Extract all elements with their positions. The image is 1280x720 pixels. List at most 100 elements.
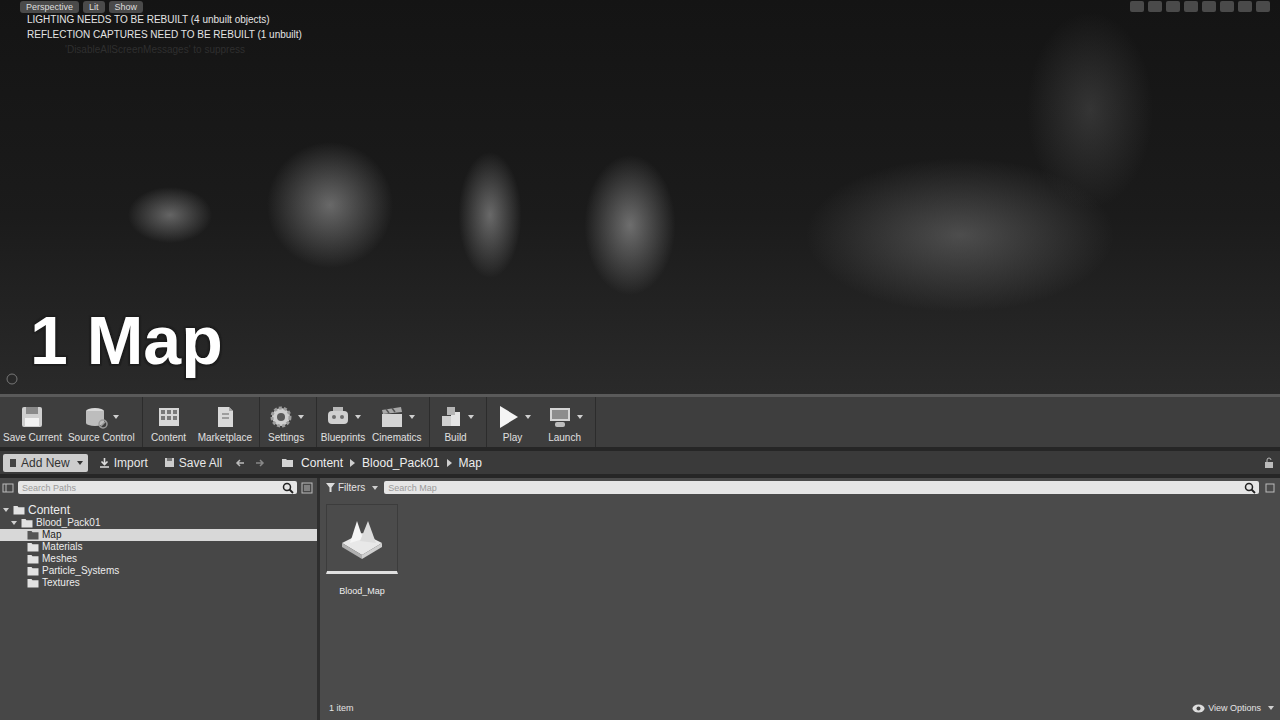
toolbar-button[interactable]: Launch xyxy=(539,402,591,444)
expand-arrow-icon[interactable] xyxy=(19,556,23,562)
toolbar-group: Play Launch xyxy=(487,397,596,447)
folder-tree-item[interactable]: Blood_Pack01 xyxy=(0,517,317,529)
viewport-warning: REFLECTION CAPTURES NEED TO BE REBUILT (… xyxy=(27,27,302,42)
toolbar-button[interactable]: Build xyxy=(430,402,482,444)
launch-icon xyxy=(547,404,573,430)
search-paths-field[interactable]: Search Paths xyxy=(18,481,297,494)
save-search-icon[interactable] xyxy=(1265,483,1275,493)
folder-tree-item[interactable]: Content xyxy=(0,503,317,517)
expand-arrow-icon[interactable] xyxy=(19,580,23,586)
dropdown-arrow-icon[interactable] xyxy=(525,415,531,419)
viewport-tools xyxy=(1130,1,1270,12)
toolbar-group: Build xyxy=(430,397,487,447)
viewport-view-button[interactable]: Show xyxy=(109,1,144,13)
toolbar-button-label: Content xyxy=(151,432,186,444)
viewport-tool-icon[interactable] xyxy=(1184,1,1198,12)
dropdown-arrow-icon[interactable] xyxy=(409,415,415,419)
folder-icon xyxy=(27,554,39,564)
dropdown-arrow-icon[interactable] xyxy=(298,415,304,419)
dropdown-arrow-icon[interactable] xyxy=(113,415,119,419)
save-all-button[interactable]: Save All xyxy=(159,454,227,472)
toolbar-button[interactable]: Cinematics xyxy=(369,402,424,444)
marketplace-icon xyxy=(212,404,238,430)
breadcrumb-item[interactable]: Map xyxy=(459,456,482,470)
expand-arrow-icon[interactable] xyxy=(19,532,23,538)
breadcrumb: Content Blood_Pack01 Map xyxy=(281,456,482,470)
filters-button[interactable]: Filters xyxy=(326,482,378,493)
toolbar-button[interactable]: Source Control xyxy=(65,402,138,444)
breadcrumb-separator-icon xyxy=(350,459,355,467)
asset-tile[interactable]: Blood_Map xyxy=(326,504,398,596)
help-circle-icon[interactable] xyxy=(6,373,18,385)
view-options-button[interactable]: View Options xyxy=(1192,703,1274,713)
search-assets-field[interactable]: Search Map xyxy=(384,481,1259,494)
breadcrumb-item[interactable]: Blood_Pack01 xyxy=(362,456,439,470)
toolbar-button-label: Launch xyxy=(548,432,581,444)
floppy-icon xyxy=(19,404,45,430)
folder-tree: ContentBlood_Pack01MapMaterialsMeshesPar… xyxy=(0,497,317,589)
video-caption: 1 Map xyxy=(30,300,223,380)
clapperboard-icon xyxy=(379,404,405,430)
source-control-icon xyxy=(83,404,109,430)
dropdown-arrow-icon[interactable] xyxy=(577,415,583,419)
viewport-tool-icon[interactable] xyxy=(1220,1,1234,12)
item-count: 1 item xyxy=(329,703,354,713)
viewport-view-button[interactable]: Lit xyxy=(83,1,105,13)
back-arrow-icon[interactable] xyxy=(234,457,246,469)
folder-icon xyxy=(27,530,39,540)
folder-icon xyxy=(27,542,39,552)
viewport-tool-icon[interactable] xyxy=(1256,1,1270,12)
folder-tree-item[interactable]: Particle_Systems xyxy=(0,565,317,577)
toolbar-button-label: Settings xyxy=(268,432,304,444)
toolbar-button[interactable]: Content xyxy=(143,402,195,444)
import-button[interactable]: Import xyxy=(94,454,153,472)
viewport-tool-icon[interactable] xyxy=(1130,1,1144,12)
folder-tree-panel: Search Paths ContentBlood_Pack01MapMateri… xyxy=(0,478,317,720)
content-grid-icon xyxy=(156,404,182,430)
magnifier-icon xyxy=(1244,482,1256,494)
blueprint-icon xyxy=(325,404,351,430)
collapse-panel-icon[interactable] xyxy=(2,482,14,494)
viewport-tool-icon[interactable] xyxy=(1148,1,1162,12)
filter-row: Filters Search Map xyxy=(320,478,1280,497)
folder-tree-item[interactable]: Materials xyxy=(0,541,317,553)
search-paths-row: Search Paths xyxy=(0,478,317,497)
expand-arrow-icon[interactable] xyxy=(11,521,17,525)
toolbar-button[interactable]: Marketplace xyxy=(195,402,255,444)
dropdown-arrow-icon xyxy=(1268,706,1274,710)
folder-icon xyxy=(21,518,33,528)
dropdown-arrow-icon[interactable] xyxy=(355,415,361,419)
expand-arrow-icon[interactable] xyxy=(3,508,9,512)
toolbar-group: Save CurrentSource Control xyxy=(0,397,143,447)
folder-tree-item[interactable]: Map xyxy=(0,529,317,541)
toolbar-button[interactable]: Blueprints xyxy=(317,402,369,444)
eye-icon xyxy=(1192,704,1205,713)
toolbar-button[interactable]: Play xyxy=(487,402,539,444)
forward-arrow-icon[interactable] xyxy=(254,457,266,469)
dropdown-arrow-icon xyxy=(77,461,83,465)
viewport-warning: 'DisableAllScreenMessages' to suppress xyxy=(27,42,302,57)
asset-grid: Blood_Map xyxy=(320,497,1280,700)
import-arrow-icon xyxy=(99,457,110,468)
editor-window: PerspectiveLitShowLIGHTING NEEDS TO BE R… xyxy=(0,0,1280,720)
viewport[interactable]: PerspectiveLitShowLIGHTING NEEDS TO BE R… xyxy=(0,0,1280,397)
folder-tree-item[interactable]: Meshes xyxy=(0,553,317,565)
folder-icon xyxy=(13,505,25,515)
lock-icon[interactable] xyxy=(1264,457,1274,468)
toolbar-button[interactable]: Save Current xyxy=(0,402,65,444)
add-new-button[interactable]: Add New xyxy=(3,454,88,472)
folder-tree-item[interactable]: Textures xyxy=(0,577,317,589)
expand-arrow-icon[interactable] xyxy=(19,544,23,550)
toolbar-button-label: Blueprints xyxy=(321,432,365,444)
viewport-view-button[interactable]: Perspective xyxy=(20,1,79,13)
list-view-icon[interactable] xyxy=(301,482,313,494)
viewport-tool-icon[interactable] xyxy=(1202,1,1216,12)
main-toolbar: Save CurrentSource Control Content Marketp… xyxy=(0,397,1280,451)
breadcrumb-item[interactable]: Content xyxy=(301,456,343,470)
viewport-tool-icon[interactable] xyxy=(1166,1,1180,12)
viewport-tool-icon[interactable] xyxy=(1238,1,1252,12)
expand-arrow-icon[interactable] xyxy=(19,568,23,574)
dropdown-arrow-icon[interactable] xyxy=(468,415,474,419)
toolbar-button[interactable]: Settings xyxy=(260,402,312,444)
toolbar-button-label: Build xyxy=(444,432,466,444)
